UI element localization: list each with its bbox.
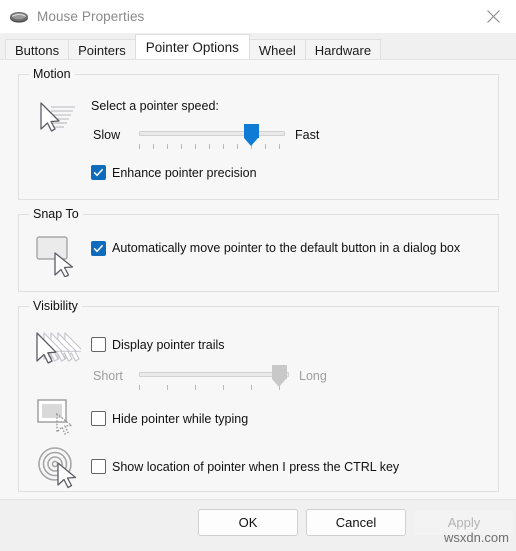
snap-to-auto-move-checkbox[interactable]	[91, 241, 106, 256]
slider-ticks	[139, 385, 289, 391]
tab-wheel[interactable]: Wheel	[248, 39, 306, 59]
pointer-speed-fast-label: Fast	[295, 128, 320, 142]
show-pointer-location-checkbox[interactable]	[91, 459, 106, 474]
snap-to-group-title: Snap To	[29, 207, 83, 221]
tab-strip: Buttons Pointers Pointer Options Wheel H…	[0, 33, 516, 59]
motion-group: Motion Select a pointer speed: Slow Fast…	[18, 67, 499, 200]
tab-pointers[interactable]: Pointers	[68, 39, 136, 59]
show-pointer-location-label[interactable]: Show location of pointer when I press th…	[112, 459, 399, 475]
slider-track[interactable]	[139, 372, 289, 377]
pointer-speed-icon	[31, 97, 79, 144]
snap-to-group: Snap To Automatically move pointer to th…	[18, 207, 499, 292]
dialog-footer: OK Cancel Apply	[0, 499, 516, 551]
display-pointer-trails-label[interactable]: Display pointer trails	[112, 337, 225, 353]
watermark: wsxdn.com	[443, 530, 509, 545]
visibility-group: Visibility Display pointer trails Short	[18, 299, 499, 492]
enhance-pointer-precision-label[interactable]: Enhance pointer precision	[112, 165, 257, 181]
show-pointer-location-icon	[35, 445, 81, 492]
title-bar: Mouse Properties	[0, 0, 516, 33]
hide-pointer-typing-checkbox[interactable]	[91, 411, 106, 426]
pointer-trails-icon	[31, 327, 84, 378]
close-icon[interactable]	[471, 0, 516, 33]
tab-hardware[interactable]: Hardware	[304, 39, 382, 59]
pointer-speed-slow-label: Slow	[93, 128, 121, 142]
snap-to-auto-move-label[interactable]: Automatically move pointer to the defaul…	[112, 240, 470, 256]
slider-ticks	[139, 144, 285, 150]
pointer-trails-long-label: Long	[299, 369, 327, 383]
display-pointer-trails-checkbox[interactable]	[91, 337, 106, 352]
window-title: Mouse Properties	[37, 9, 145, 24]
tab-pointer-options[interactable]: Pointer Options	[134, 34, 250, 59]
pointer-speed-slider-thumb[interactable]	[244, 124, 259, 146]
mouse-icon	[8, 6, 30, 28]
enhance-pointer-precision-checkbox[interactable]	[91, 165, 106, 180]
hide-pointer-typing-icon	[35, 397, 79, 442]
slider-track[interactable]	[139, 131, 285, 136]
pointer-options-panel: Motion Select a pointer speed: Slow Fast…	[0, 59, 516, 509]
pointer-trails-short-label: Short	[93, 369, 123, 383]
ok-button[interactable]: OK	[198, 509, 298, 536]
cancel-button[interactable]: Cancel	[306, 509, 406, 536]
pointer-speed-slider[interactable]	[139, 124, 285, 151]
tab-buttons[interactable]: Buttons	[5, 39, 70, 59]
visibility-group-title: Visibility	[29, 299, 82, 313]
pointer-trails-slider[interactable]	[139, 365, 289, 392]
pointer-trails-slider-thumb[interactable]	[272, 365, 287, 387]
snap-to-default-button-icon	[33, 233, 79, 280]
motion-group-title: Motion	[29, 67, 75, 81]
pointer-speed-prompt: Select a pointer speed:	[91, 99, 219, 113]
hide-pointer-typing-label[interactable]: Hide pointer while typing	[112, 411, 248, 427]
